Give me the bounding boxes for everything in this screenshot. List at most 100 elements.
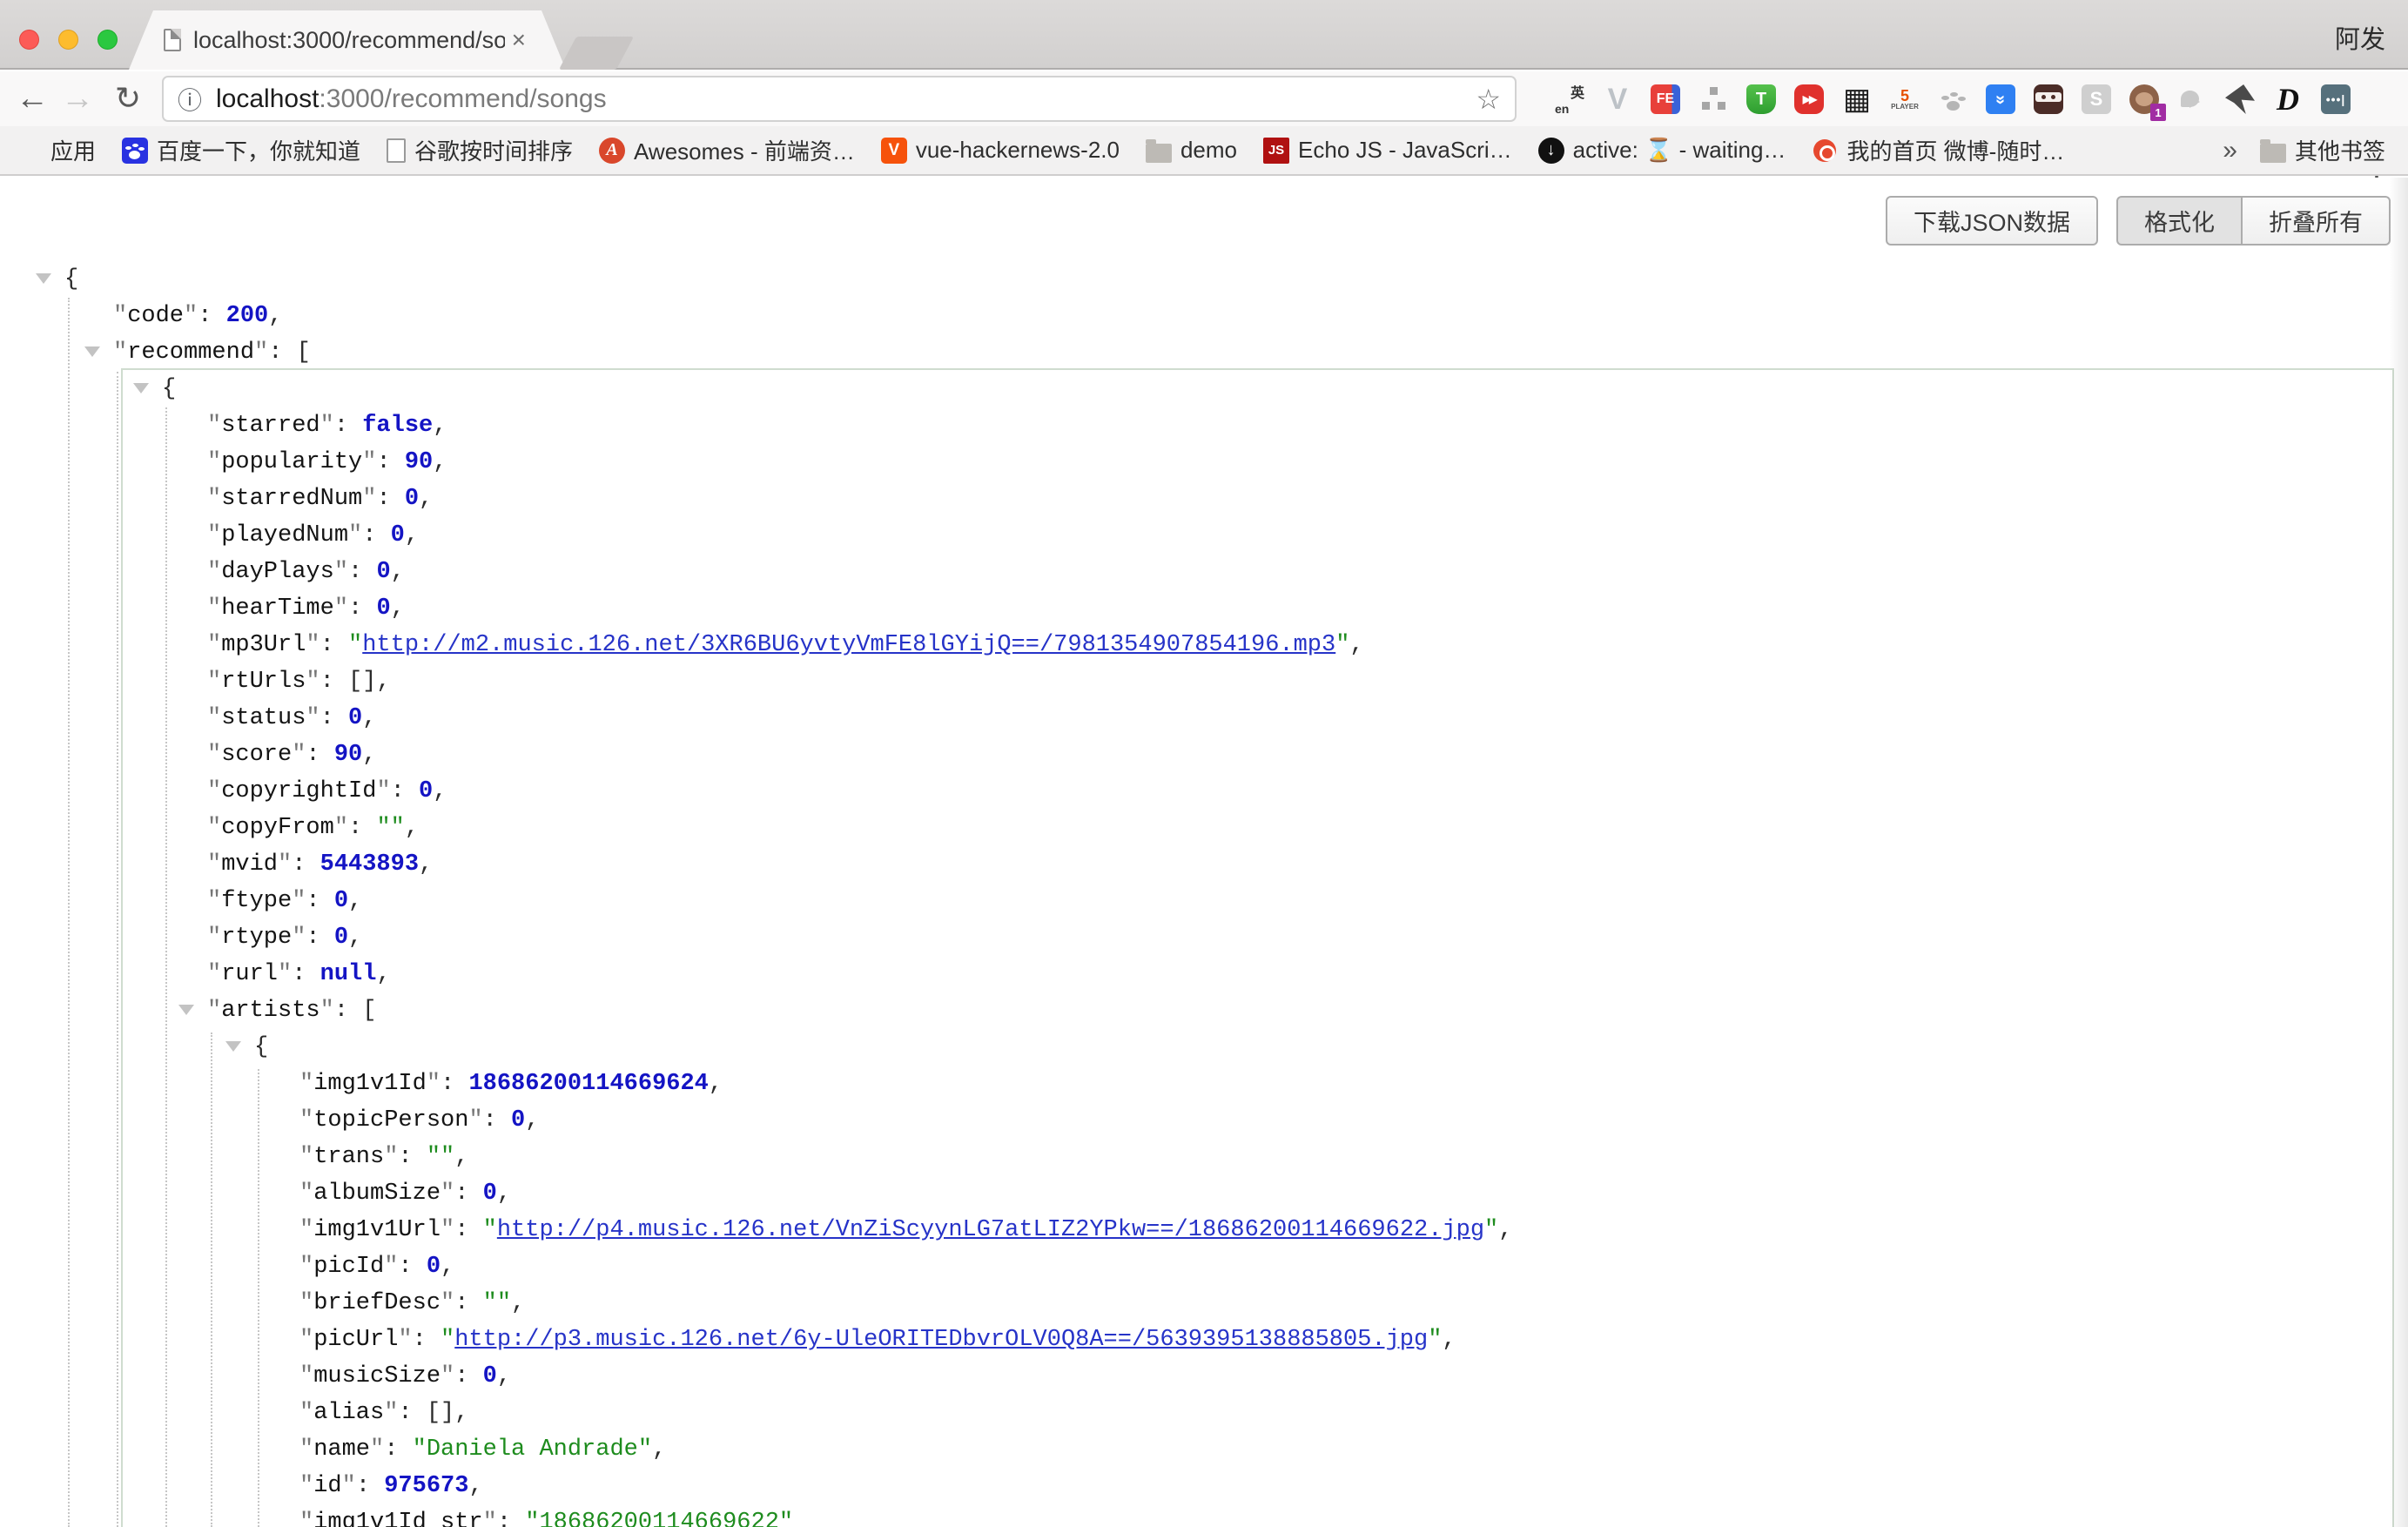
- baidu-paw-icon: [122, 138, 148, 164]
- json-line: "briefDesc": "",: [0, 1285, 2408, 1322]
- json-line: "code": 200,: [0, 298, 2408, 334]
- bookmark-label: 我的首页 微博-随时…: [1846, 134, 2064, 166]
- fe-extension-icon[interactable]: FE: [1651, 84, 1680, 114]
- json-line: "topicPerson": 0,: [0, 1102, 2408, 1139]
- json-line: "ftype": 0,: [0, 883, 2408, 919]
- bookmark-item[interactable]: demo: [1146, 137, 1237, 164]
- folder-icon: [1146, 144, 1172, 163]
- json-line: "albumSize": 0,: [0, 1175, 2408, 1212]
- reload-icon[interactable]: ↻: [106, 77, 150, 120]
- json-line: "picId": 0,: [0, 1248, 2408, 1285]
- bookmark-label: vue-hackernews-2.0: [916, 137, 1120, 164]
- json-url-link[interactable]: http://p3.music.126.net/6y-UleORITEDbvrO…: [454, 1327, 1428, 1353]
- minimize-window-button[interactable]: [58, 30, 78, 50]
- profile-name[interactable]: 阿发: [2335, 19, 2385, 56]
- video-speed-extension-icon[interactable]: ▶▶: [1794, 84, 1824, 114]
- monkey-extension-icon[interactable]: 1: [2129, 84, 2159, 114]
- json-line: "rurl": null,: [0, 956, 2408, 992]
- browser-tab[interactable]: localhost:3000/recommend/so ×: [129, 10, 566, 70]
- bookmark-item[interactable]: 谷歌按时间排序: [387, 134, 573, 166]
- html5-player-extension-icon[interactable]: 5PLAYER: [1890, 84, 1920, 114]
- new-tab-button[interactable]: [559, 37, 634, 70]
- bookmark-label: active: ⌛ - waiting…: [1573, 137, 1786, 164]
- json-line: "rtype": 0,: [0, 919, 2408, 956]
- back-icon[interactable]: ←: [10, 77, 54, 120]
- json-lines: {"code": 200,"recommend": [{"starred": f…: [0, 261, 2408, 1527]
- ninja-extension-icon[interactable]: [2034, 84, 2063, 114]
- weibo-icon: [1812, 138, 1838, 164]
- extensions-bar: 英enVFET▶▶▦5PLAYER«S1D•••|: [1555, 75, 2351, 124]
- password-extension-icon[interactable]: •••|: [2321, 84, 2351, 114]
- json-line: "alias": [],: [0, 1395, 2408, 1431]
- bookmarks-overflow-icon[interactable]: »: [2223, 136, 2237, 165]
- active-down-icon: ↓: [1538, 138, 1564, 164]
- address-bar[interactable]: ⓘ localhost :3000/recommend/songs ☆: [162, 76, 1517, 122]
- bookmark-label: Echo JS - JavaScri…: [1298, 137, 1512, 164]
- collapse-toggle-icon[interactable]: [36, 273, 51, 284]
- echojs-icon: JS: [1263, 138, 1289, 164]
- json-line: "recommend": [: [0, 334, 2408, 371]
- collapse-toggle-icon[interactable]: [225, 1041, 241, 1052]
- bookmark-item[interactable]: JS Echo JS - JavaScri…: [1263, 137, 1512, 164]
- page-content: 下载JSON数据 格式化 折叠所有 {"code": 200,"recommen…: [0, 178, 2408, 1527]
- json-line: "picUrl": "http://p3.music.126.net/6y-Ul…: [0, 1322, 2408, 1358]
- collapse-toggle-icon[interactable]: [133, 383, 149, 394]
- json-line: "mvid": 5443893,: [0, 846, 2408, 883]
- s-logo-extension-icon[interactable]: S: [2082, 84, 2111, 114]
- bookmark-label: 百度一下，你就知道: [157, 134, 360, 166]
- json-line: "musicSize": 0,: [0, 1358, 2408, 1395]
- bookmark-item[interactable]: A Awesomes - 前端资…: [599, 134, 855, 166]
- bird-extension-icon[interactable]: [2177, 84, 2207, 114]
- other-bookmarks-label: 其他书签: [2295, 134, 2385, 166]
- json-line: "trans": "",: [0, 1139, 2408, 1175]
- scrollbar-track[interactable]: [2389, 178, 2408, 1527]
- bookmark-item[interactable]: ↓ active: ⌛ - waiting…: [1538, 137, 1786, 164]
- collapse-toggle-icon[interactable]: [84, 346, 100, 357]
- bookmark-item[interactable]: Vvue-hackernews-2.0: [881, 137, 1120, 164]
- json-line: "img1v1Url": "http://p4.music.126.net/Vn…: [0, 1212, 2408, 1248]
- json-line: "img1v1Id": 18686200114669624,: [0, 1066, 2408, 1102]
- collapse-toggle-icon[interactable]: [178, 1005, 194, 1015]
- other-bookmarks-folder[interactable]: 其他书签: [2260, 134, 2385, 166]
- sitemap-extension-icon[interactable]: [1698, 84, 1728, 114]
- json-line: "copyrightId": 0,: [0, 773, 2408, 810]
- forward-icon[interactable]: →: [56, 77, 99, 120]
- page-info-icon[interactable]: ⓘ: [178, 82, 202, 117]
- extension-badge: 1: [2150, 104, 2166, 121]
- json-url-link[interactable]: http://m2.music.126.net/3XR6BU6yvtyVmFE8…: [362, 632, 1335, 658]
- json-url-link[interactable]: http://p4.music.126.net/VnZiScyynLG7atLI…: [497, 1217, 1484, 1243]
- paw-extension-icon[interactable]: [1938, 84, 1967, 114]
- zoom-window-button[interactable]: [98, 30, 118, 50]
- qr-code-extension-icon[interactable]: ▦: [1842, 84, 1872, 114]
- bookmark-item[interactable]: 我的首页 微博-随时…: [1812, 134, 2064, 166]
- bookmark-item[interactable]: 应用: [17, 134, 96, 166]
- vue-devtools-extension-icon[interactable]: V: [1603, 84, 1632, 114]
- close-window-button[interactable]: [19, 30, 39, 50]
- bookmark-star-icon[interactable]: ☆: [1476, 83, 1501, 116]
- awesomes-icon: A: [599, 138, 625, 164]
- bookmark-label: 应用: [50, 134, 96, 166]
- bookmark-label: Awesomes - 前端资…: [634, 134, 855, 166]
- url-path: :3000/recommend/songs: [319, 84, 606, 114]
- json-line: "copyFrom": "",: [0, 810, 2408, 846]
- json-line: "mp3Url": "http://m2.music.126.net/3XR6B…: [0, 627, 2408, 663]
- json-line: "starred": false,: [0, 407, 2408, 444]
- apps-grid-icon: [17, 138, 42, 163]
- tampermonkey-extension-icon[interactable]: T: [1746, 84, 1776, 114]
- browser-toolbar: ← → ↻ ⓘ localhost :3000/recommend/songs …: [0, 71, 2408, 126]
- json-line: "dayPlays": 0,: [0, 554, 2408, 590]
- json-line: "img1v1Id_str": "18686200114669622": [0, 1504, 2408, 1527]
- url-host: localhost: [216, 84, 319, 114]
- bookmark-item[interactable]: 百度一下，你就知道: [122, 134, 360, 166]
- d-logo-extension-icon[interactable]: D: [2273, 84, 2303, 114]
- tab-close-icon[interactable]: ×: [512, 28, 526, 52]
- json-line: "playedNum": 0,: [0, 517, 2408, 554]
- json-line: "rtUrls": [],: [0, 663, 2408, 700]
- shield-check-extension-icon[interactable]: «: [1986, 84, 2015, 114]
- json-line: "artists": [: [0, 992, 2408, 1029]
- json-line: "name": "Daniela Andrade",: [0, 1431, 2408, 1468]
- translate-extension-icon[interactable]: 英en: [1555, 84, 1584, 114]
- json-line: "score": 90,: [0, 737, 2408, 773]
- json-line: "starredNum": 0,: [0, 481, 2408, 517]
- hummingbird-extension-icon[interactable]: [2225, 84, 2255, 114]
